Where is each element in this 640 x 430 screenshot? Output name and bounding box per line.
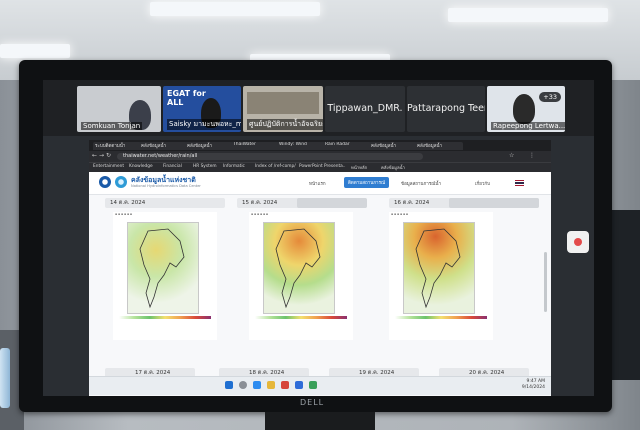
website: คลังข้อมูลน้ำแห่งชาติ National Hydroinfo… — [89, 172, 551, 396]
participant-name: Rapeepong Lertwa... — [491, 122, 565, 130]
page-scrollbar[interactable] — [544, 252, 547, 312]
map-caption: ▪ ▪ ▪ ▪ ▪ ▪ — [251, 212, 268, 216]
bookmark-item[interactable]: PowerPoint Presenta.. — [299, 164, 346, 169]
participant-name: ศูนย์ปฏิบัติการน้ำอัจฉริยะ วว.. — [247, 119, 323, 130]
ceiling-light — [150, 2, 320, 16]
date-text: 15 ต.ค. 2024 — [242, 200, 278, 206]
country-outline — [415, 228, 461, 309]
participant-name: Somkuan Tonjan — [81, 122, 143, 130]
search-icon[interactable] — [239, 381, 247, 389]
water-bottle — [0, 348, 10, 408]
bookmark-item[interactable]: คลังข้อมูลน้ำ — [381, 164, 405, 171]
ceiling-light — [448, 8, 608, 22]
bookmark-item[interactable]: HR System — [193, 164, 217, 169]
bookmark-item[interactable]: Knowledge — [129, 164, 153, 169]
rainfall-map — [263, 222, 335, 314]
rainfall-map — [127, 222, 199, 314]
bookmark-item[interactable]: Index of /ref-comp/ — [255, 164, 296, 169]
browser-window: ระบบติดตามน้ำ คลังข้อมูลน้ำ คลังข้อมูลน้… — [89, 140, 551, 396]
participant-tile[interactable]: EGAT for ALL Saisky มามะนพอหะ_mae.. — [163, 86, 241, 132]
monitor-brand: DELL — [300, 398, 325, 407]
clock-date: 9/14/2024 — [521, 385, 545, 390]
bookmarks-bar: Entertainment Knowledge Financial HR Sys… — [89, 162, 551, 172]
browser-tab[interactable]: Rain Radar — [323, 142, 371, 150]
zoom-participant-strip: Somkuan Tonjan EGAT for ALL Saisky มามะน… — [43, 80, 594, 136]
thai-flag-icon[interactable] — [515, 180, 524, 186]
ceiling-light — [0, 44, 70, 58]
participant-tile[interactable]: Tippawan_DMR. — [325, 86, 405, 132]
participant-video — [513, 94, 535, 124]
rainfall-map-card[interactable]: ▪ ▪ ▪ ▪ ▪ ▪ — [389, 212, 493, 340]
browser-tab[interactable]: ThaiWater — [231, 142, 279, 150]
edge-icon[interactable] — [253, 381, 261, 389]
nav-item-home[interactable]: หน้าแรก — [309, 180, 326, 187]
country-outline — [275, 228, 321, 309]
record-icon — [574, 238, 582, 246]
bookmark-item[interactable]: Informatic — [223, 164, 245, 169]
participant-name: Saisky มามะนพอหะ_mae.. — [167, 119, 241, 130]
reload-icon[interactable]: ↻ — [106, 152, 111, 159]
date-text: 14 ต.ค. 2024 — [110, 200, 146, 206]
browser-tab[interactable]: คลังข้อมูลน้ำ — [369, 142, 417, 150]
rainfall-map-card[interactable]: ▪ ▪ ▪ ▪ ▪ ▪ — [113, 212, 217, 340]
logo-icon[interactable] — [115, 176, 127, 188]
bookmark-item[interactable]: Entertainment — [93, 164, 124, 169]
legend-scale — [255, 316, 347, 319]
logo-icon[interactable] — [99, 176, 111, 188]
country-outline — [139, 228, 185, 309]
chrome-icon[interactable] — [281, 381, 289, 389]
browser-tab[interactable]: Windy: Wind — [277, 142, 325, 150]
browser-tab[interactable]: ระบบติดตามน้ำ — [93, 142, 141, 150]
forward-icon[interactable]: → — [99, 152, 104, 159]
site-subtitle: National Hydroinformatics Data Center — [131, 184, 201, 188]
date-placeholder — [449, 198, 539, 208]
participant-name: Pattarapong Teera... — [407, 103, 485, 114]
zoom-icon[interactable] — [295, 381, 303, 389]
date-placeholder — [297, 198, 367, 208]
start-icon[interactable] — [225, 381, 233, 389]
nav-item-monitoring[interactable]: ติดตามสถานการณ์ — [344, 177, 390, 188]
url-input[interactable]: thaiwater.net/weather/rain/all — [117, 153, 423, 160]
date-label: 14 ต.ค. 2024 — [105, 198, 225, 208]
participant-count-badge[interactable]: +33 — [539, 92, 561, 102]
participant-banner: EGAT for ALL — [167, 89, 206, 107]
browser-tab[interactable]: คลังข้อมูลน้ำ — [139, 142, 187, 150]
address-bar-row: ← → ↻ thaiwater.net/weather/rain/all ☆ ⋮ — [89, 151, 551, 162]
folder-icon[interactable] — [267, 381, 275, 389]
site-header: คลังข้อมูลน้ำแห่งชาติ National Hydroinfo… — [89, 172, 551, 195]
browser-tab[interactable]: คลังข้อมูลน้ำ — [415, 142, 463, 150]
bookmark-item[interactable]: หน้าหลัก — [351, 164, 367, 171]
extensions-icon[interactable]: ☆ — [509, 152, 514, 159]
map-caption: ▪ ▪ ▪ ▪ ▪ ▪ — [115, 212, 132, 216]
legend-scale — [119, 316, 211, 319]
map-caption: ▪ ▪ ▪ ▪ ▪ ▪ — [391, 212, 408, 216]
record-button[interactable] — [567, 231, 589, 253]
date-label: 15 ต.ค. 2024 — [237, 198, 367, 208]
date-label: 16 ต.ค. 2024 — [389, 198, 539, 208]
rainfall-map — [403, 222, 475, 314]
legend-scale — [395, 316, 487, 319]
bookmark-item[interactable]: Financial — [163, 164, 182, 169]
monitor-screen: Somkuan Tonjan EGAT for ALL Saisky มามะน… — [43, 80, 594, 396]
back-icon[interactable]: ← — [92, 152, 97, 159]
participant-tile[interactable]: +33 Rapeepong Lertwa... — [487, 86, 565, 132]
meeting-room-video — [247, 92, 319, 114]
participant-tile[interactable]: Pattarapong Teera... — [407, 86, 485, 132]
nav-item-about[interactable]: เกี่ยวกับ — [475, 180, 490, 187]
taskbar: 9:47 AM 9/14/2024 — [89, 376, 551, 395]
participant-name: Tippawan_DMR. — [327, 103, 403, 114]
participant-tile[interactable]: ศูนย์ปฏิบัติการน้ำอัจฉริยะ วว.. — [243, 86, 323, 132]
browser-tabs: ระบบติดตามน้ำ คลังข้อมูลน้ำ คลังข้อมูลน้… — [89, 140, 551, 151]
rainfall-map-card[interactable]: ▪ ▪ ▪ ▪ ▪ ▪ — [249, 212, 353, 340]
participant-tile[interactable]: Somkuan Tonjan — [77, 86, 161, 132]
menu-icon[interactable]: ⋮ — [529, 152, 535, 159]
app-icon[interactable] — [309, 381, 317, 389]
date-text: 16 ต.ค. 2024 — [394, 200, 430, 206]
system-clock[interactable]: 9:47 AM 9/14/2024 — [522, 379, 545, 391]
browser-tab[interactable]: คลังข้อมูลน้ำ — [185, 142, 233, 150]
neighbor-monitor — [612, 210, 640, 380]
monitor-stand — [265, 412, 375, 430]
nav-item-water-data[interactable]: ข้อมูลสถานการณ์น้ำ — [401, 180, 441, 187]
